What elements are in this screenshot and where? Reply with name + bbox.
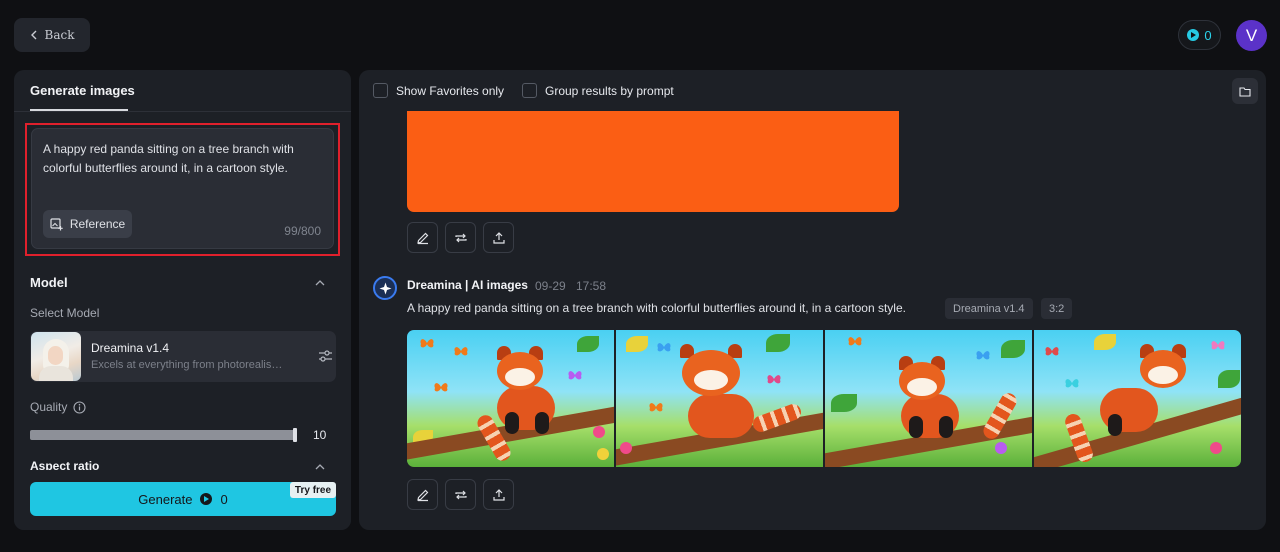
- credits-balance[interactable]: 0: [1178, 20, 1221, 50]
- generate-cost: 0: [220, 491, 228, 507]
- export-button[interactable]: [483, 479, 514, 510]
- generate-panel: Generate images A happy red panda sittin…: [14, 70, 351, 530]
- model-description: Excels at everything from photorealism t…: [91, 359, 289, 371]
- pencil-icon: [416, 489, 428, 501]
- previous-result-actions: [407, 222, 514, 253]
- generate-label: Generate: [138, 491, 193, 507]
- credits-count: 0: [1204, 27, 1212, 43]
- show-favorites-toggle[interactable]: Show Favorites only: [373, 83, 504, 98]
- avatar[interactable]: V: [1236, 20, 1267, 51]
- upload-icon: [492, 231, 505, 244]
- regenerate-button[interactable]: [445, 479, 476, 510]
- model-name: Dreamina v1.4: [91, 341, 170, 355]
- show-favorites-checkbox[interactable]: [373, 83, 388, 98]
- generated-image[interactable]: [1034, 330, 1241, 467]
- bot-name: Dreamina | AI images: [407, 278, 528, 292]
- ratio-tag: 3:2: [1041, 298, 1073, 319]
- chevron-left-icon: [30, 30, 37, 40]
- back-label: Back: [44, 28, 75, 42]
- prompt-text[interactable]: A happy red panda sitting on a tree bran…: [43, 140, 323, 178]
- previous-result-image[interactable]: [407, 111, 899, 212]
- tab-divider: [14, 111, 351, 112]
- generated-image[interactable]: [407, 330, 614, 467]
- group-by-prompt-toggle[interactable]: Group results by prompt: [522, 83, 674, 98]
- model-tag: Dreamina v1.4: [945, 298, 1033, 319]
- sliders-icon[interactable]: [318, 349, 333, 363]
- generated-image[interactable]: [825, 330, 1032, 467]
- edit-button[interactable]: [407, 222, 438, 253]
- regenerate-button[interactable]: [445, 222, 476, 253]
- chevron-up-icon[interactable]: [315, 463, 325, 470]
- result-actions: [407, 479, 514, 510]
- prompt-input[interactable]: A happy red panda sitting on a tree bran…: [31, 128, 334, 249]
- select-model-label: Select Model: [30, 306, 100, 320]
- edit-button[interactable]: [407, 479, 438, 510]
- play-coin-icon: [1187, 29, 1200, 41]
- result-date: 09-29: [535, 279, 566, 293]
- quality-label: Quality: [30, 400, 86, 414]
- reference-button[interactable]: Reference: [43, 210, 132, 238]
- model-selector[interactable]: Dreamina v1.4 Excels at everything from …: [30, 331, 336, 382]
- chevron-up-icon[interactable]: [315, 279, 325, 286]
- pencil-icon: [416, 232, 428, 244]
- quality-value: 10: [313, 428, 327, 442]
- char-count: 99/800: [284, 224, 321, 238]
- repeat-icon: [454, 233, 467, 242]
- result-time: 17:58: [576, 279, 607, 293]
- results-panel: Show Favorites only Group results by pro…: [359, 70, 1266, 530]
- generated-image[interactable]: [616, 330, 823, 467]
- group-by-prompt-label: Group results by prompt: [545, 83, 674, 98]
- folder-button[interactable]: [1232, 78, 1258, 104]
- show-favorites-label: Show Favorites only: [396, 83, 505, 98]
- back-button[interactable]: Back: [14, 18, 90, 52]
- reference-label: Reference: [69, 217, 126, 231]
- repeat-icon: [454, 490, 467, 499]
- info-icon[interactable]: [73, 400, 86, 414]
- model-section-title: Model: [30, 275, 68, 290]
- generated-images: [407, 330, 1241, 467]
- quality-label-text: Quality: [30, 400, 68, 414]
- image-plus-icon: [50, 217, 63, 230]
- bot-avatar: [373, 276, 397, 300]
- model-thumbnail: [31, 332, 81, 381]
- upload-icon: [492, 488, 505, 501]
- tab-generate-images[interactable]: Generate images: [30, 83, 135, 98]
- folder-icon: [1239, 86, 1251, 97]
- result-prompt[interactable]: A happy red panda sitting on a tree bran…: [407, 301, 906, 315]
- quality-slider-handle[interactable]: [293, 428, 297, 442]
- play-coin-icon: [200, 493, 213, 505]
- try-free-badge: Try free: [290, 482, 336, 498]
- group-by-prompt-checkbox[interactable]: [522, 83, 537, 98]
- quality-slider-track[interactable]: [30, 430, 295, 440]
- sparkle-icon: [379, 282, 391, 294]
- export-button[interactable]: [483, 222, 514, 253]
- avatar-initial: V: [1245, 25, 1258, 45]
